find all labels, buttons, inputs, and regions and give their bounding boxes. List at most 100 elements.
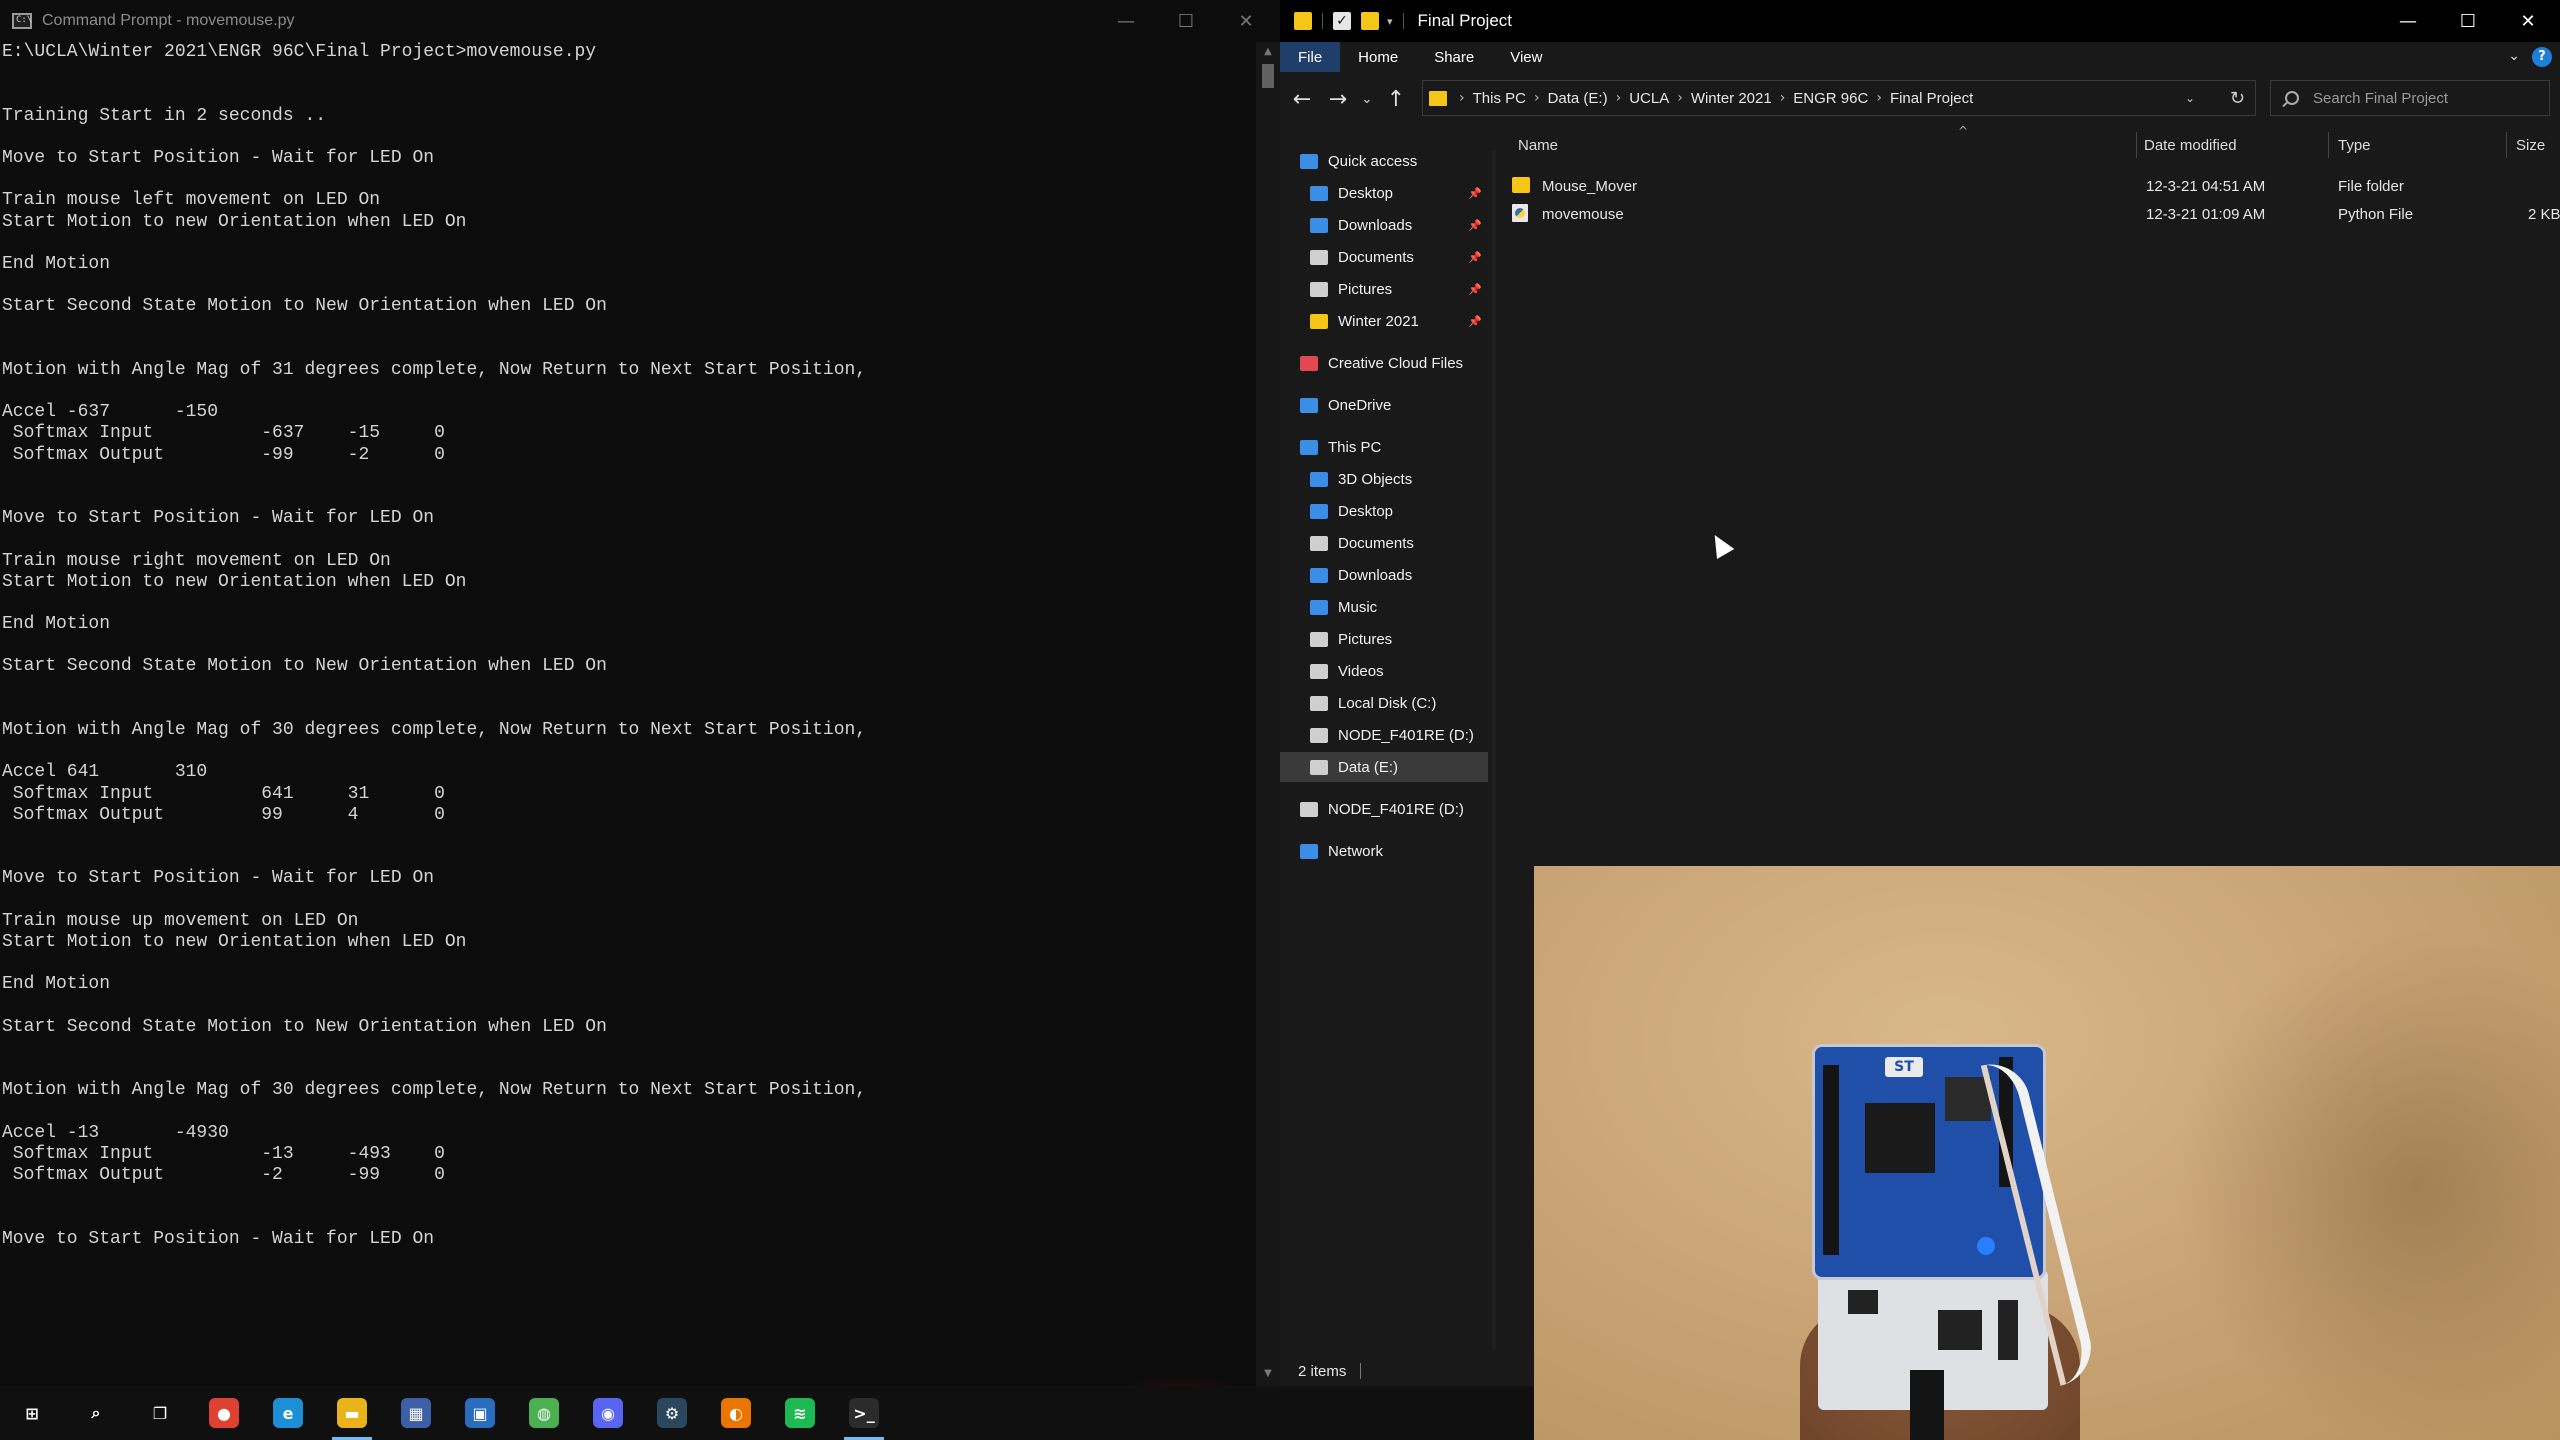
cmd-close-button[interactable]: ✕ (1216, 0, 1276, 42)
sidebar-item[interactable]: Desktop 📌 (1280, 178, 1488, 208)
sidebar-item[interactable]: Downloads (1280, 560, 1488, 590)
taskbar-item[interactable]: ▣ (448, 1386, 512, 1440)
search-box[interactable] (2270, 80, 2550, 116)
cmd-scrollbar[interactable]: ▲ ▼ (1256, 42, 1280, 1386)
sidebar-item-label: Desktop (1338, 184, 1394, 202)
scroll-down-arrow-icon[interactable]: ▼ (1262, 1368, 1274, 1380)
column-header-name[interactable]: Name (1518, 130, 1558, 160)
taskbar-item[interactable]: ◐ (704, 1386, 768, 1440)
breadcrumb-data-e[interactable]: Data (E:) (1548, 90, 1608, 107)
chevron-right-icon[interactable]: › (1677, 90, 1683, 106)
sidebar-item[interactable]: Videos (1280, 656, 1488, 686)
forward-arrow-icon[interactable]: → (1320, 81, 1356, 117)
taskbar-item[interactable]: ◍ (512, 1386, 576, 1440)
sidebar-item[interactable]: Pictures 📌 (1280, 274, 1488, 304)
explorer-titlebar[interactable]: ✓ ▾ Final Project — ☐ ✕ (1280, 0, 2560, 42)
taskbar-item[interactable]: ● (192, 1386, 256, 1440)
breadcrumb-final-project[interactable]: Final Project (1890, 90, 1973, 107)
chevron-right-icon[interactable]: › (1876, 90, 1882, 106)
chevron-right-icon[interactable]: › (1534, 90, 1540, 106)
cmd-minimize-button[interactable]: — (1096, 0, 1156, 42)
taskbar-item[interactable]: ◉ (576, 1386, 640, 1440)
explorer-minimize-button[interactable]: — (2378, 0, 2438, 42)
properties-icon[interactable]: ✓ (1333, 12, 1351, 30)
sidebar-item[interactable]: NODE_F401RE (D:) (1280, 720, 1488, 750)
explorer-maximize-button[interactable]: ☐ (2438, 0, 2498, 42)
sidebar-item[interactable]: Documents 📌 (1280, 242, 1488, 272)
sidebar-item[interactable]: Music (1280, 592, 1488, 622)
nav-pane-scrollbar[interactable] (1492, 150, 1496, 1350)
taskbar-item[interactable]: >_ (832, 1386, 896, 1440)
help-icon[interactable]: ? (2532, 47, 2552, 67)
new-folder-icon[interactable] (1361, 12, 1379, 30)
taskbar-item[interactable]: ⌕ (64, 1386, 128, 1440)
taskbar-item[interactable]: e (256, 1386, 320, 1440)
divider[interactable] (2328, 132, 2329, 158)
sidebar-item[interactable]: Data (E:) (1280, 752, 1488, 782)
chevron-right-icon[interactable]: › (1459, 90, 1465, 106)
taskbar-item[interactable]: ⚙ (640, 1386, 704, 1440)
column-header-size[interactable]: Size (2516, 130, 2545, 160)
column-header-type[interactable]: Type (2338, 130, 2371, 160)
breadcrumb-ucla[interactable]: UCLA (1629, 90, 1669, 107)
tab-home[interactable]: Home (1340, 42, 1416, 72)
taskbar-item[interactable]: ⊞ (0, 1386, 64, 1440)
console-output[interactable]: E:\UCLA\Winter 2021\ENGR 96C\Final Proje… (0, 42, 1256, 1386)
sidebar-item[interactable]: Desktop (1280, 496, 1488, 526)
column-header-date-modified[interactable]: Date modified (2144, 130, 2237, 160)
taskbar-item[interactable]: ❐ (128, 1386, 192, 1440)
breadcrumb-this-pc[interactable]: This PC (1473, 90, 1526, 107)
scroll-up-arrow-icon[interactable]: ▲ (1262, 46, 1274, 58)
sidebar-item[interactable]: OneDrive (1280, 390, 1488, 420)
explorer-close-button[interactable]: ✕ (2498, 0, 2558, 42)
sidebar-item[interactable]: This PC (1280, 432, 1488, 462)
command-prompt-window[interactable]: C:\ Command Prompt - movemouse.py — ☐ ✕ … (0, 0, 1280, 1386)
sidebar-item[interactable]: Downloads 📌 (1280, 210, 1488, 240)
file-row[interactable]: movemouse 12-3-21 01:09 AM Python File 2… (1502, 200, 2560, 228)
console-line: Training Start in 2 seconds .. (2, 105, 327, 126)
breadcrumb-engr-96c[interactable]: ENGR 96C (1793, 90, 1868, 107)
cmd-titlebar[interactable]: C:\ Command Prompt - movemouse.py — ☐ ✕ (0, 0, 1280, 42)
taskbar-item[interactable]: ▬ (320, 1386, 384, 1440)
sidebar-item[interactable]: Creative Cloud Files (1280, 348, 1488, 378)
taskbar-item[interactable]: ▦ (384, 1386, 448, 1440)
recent-locations-icon[interactable]: ⌄ (1356, 81, 1378, 117)
cmd-maximize-button[interactable]: ☐ (1156, 0, 1216, 42)
pin-icon[interactable]: 📌 (1468, 187, 1482, 200)
search-input[interactable] (2313, 89, 2533, 107)
divider[interactable] (2506, 132, 2507, 158)
chevron-right-icon[interactable]: › (1616, 90, 1622, 106)
file-row[interactable]: Mouse_Mover 12-3-21 04:51 AM File folder (1502, 172, 2560, 200)
back-arrow-icon[interactable]: ← (1284, 81, 1320, 117)
tab-share[interactable]: Share (1416, 42, 1492, 72)
address-bar[interactable]: › This PC › Data (E:) › UCLA › Winter 20… (1422, 80, 2256, 116)
sidebar-item[interactable]: Documents (1280, 528, 1488, 558)
tab-file[interactable]: File (1280, 42, 1341, 72)
sidebar-item[interactable]: Winter 2021 📌 (1280, 306, 1488, 336)
refresh-icon[interactable]: ↻ (2230, 88, 2245, 109)
pin-icon[interactable]: 📌 (1468, 315, 1482, 328)
sidebar-item[interactable]: Pictures (1280, 624, 1488, 654)
up-arrow-icon[interactable]: ↑ (1378, 81, 1414, 117)
divider[interactable] (2136, 132, 2137, 158)
drive-icon (1310, 695, 1328, 711)
sidebar-item[interactable]: Quick access (1280, 146, 1488, 176)
sidebar-item[interactable]: Local Disk (C:) (1280, 688, 1488, 718)
pin-icon[interactable]: 📌 (1468, 219, 1482, 232)
pin-icon[interactable]: 📌 (1468, 283, 1482, 296)
sidebar-item[interactable]: Network (1280, 836, 1488, 866)
breadcrumb-winter-2021[interactable]: Winter 2021 (1691, 90, 1772, 107)
pin-icon[interactable]: 📌 (1468, 251, 1482, 264)
taskbar-item[interactable]: ≋ (768, 1386, 832, 1440)
scroll-thumb[interactable] (1262, 64, 1274, 88)
tab-view[interactable]: View (1492, 42, 1560, 72)
chevron-right-icon[interactable]: › (1780, 90, 1786, 106)
address-dropdown-icon[interactable]: ⌄ (2185, 91, 2195, 105)
expand-ribbon-icon[interactable]: ⌄ (2508, 48, 2520, 64)
sidebar-item-label: Documents (1338, 534, 1414, 552)
sidebar-item[interactable]: NODE_F401RE (D:) (1280, 794, 1488, 824)
quick-access-dropdown-icon[interactable]: ▾ (1387, 15, 1393, 28)
sidebar-item[interactable]: 3D Objects (1280, 464, 1488, 494)
